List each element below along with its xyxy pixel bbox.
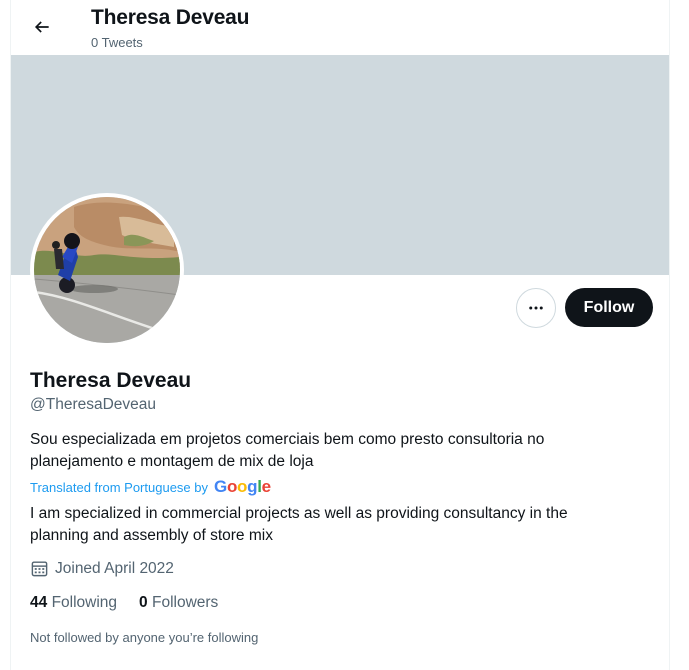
following-label: Following xyxy=(51,594,118,611)
avatar[interactable] xyxy=(30,193,184,347)
followers-link[interactable]: 0 Followers xyxy=(139,594,218,612)
bio-translated: I am specialized in commercial projects … xyxy=(30,505,568,544)
followers-label: Followers xyxy=(151,594,219,611)
calendar-icon xyxy=(31,561,48,577)
translated-from-label: Translated from Portuguese by xyxy=(30,479,208,495)
more-options-button[interactable] xyxy=(516,288,556,328)
arrow-left-icon xyxy=(34,21,49,33)
google-logo: Google xyxy=(214,477,271,496)
profile-display-name: Theresa Deveau xyxy=(30,369,192,392)
followers-count: 0 xyxy=(139,594,148,611)
joined-date: Joined April 2022 xyxy=(30,559,174,578)
following-link[interactable]: 44 Following xyxy=(30,594,117,612)
mutual-followers-note: Not followed by anyone you’re following xyxy=(30,630,259,645)
tweet-count: 0 Tweets xyxy=(91,35,143,50)
back-button[interactable] xyxy=(25,10,59,44)
header-title: Theresa Deveau xyxy=(91,6,250,29)
follow-button[interactable]: Follow xyxy=(565,288,653,327)
bio-original: Sou especializada em projetos comerciais… xyxy=(30,431,545,470)
avatar-image xyxy=(34,197,180,343)
translation-attribution[interactable]: Translated from Portuguese by Google xyxy=(30,477,271,497)
profile-header-bar: Theresa Deveau 0 Tweets xyxy=(11,0,669,55)
joined-label: Joined April 2022 xyxy=(55,559,174,577)
profile-handle: @TheresaDeveau xyxy=(30,396,157,413)
following-count: 44 xyxy=(30,594,48,611)
more-icon xyxy=(529,306,543,310)
follow-stats: 44 Following 0 Followers xyxy=(30,594,218,612)
profile-page: Theresa Deveau 0 Tweets Follow Theresa D… xyxy=(10,0,670,670)
